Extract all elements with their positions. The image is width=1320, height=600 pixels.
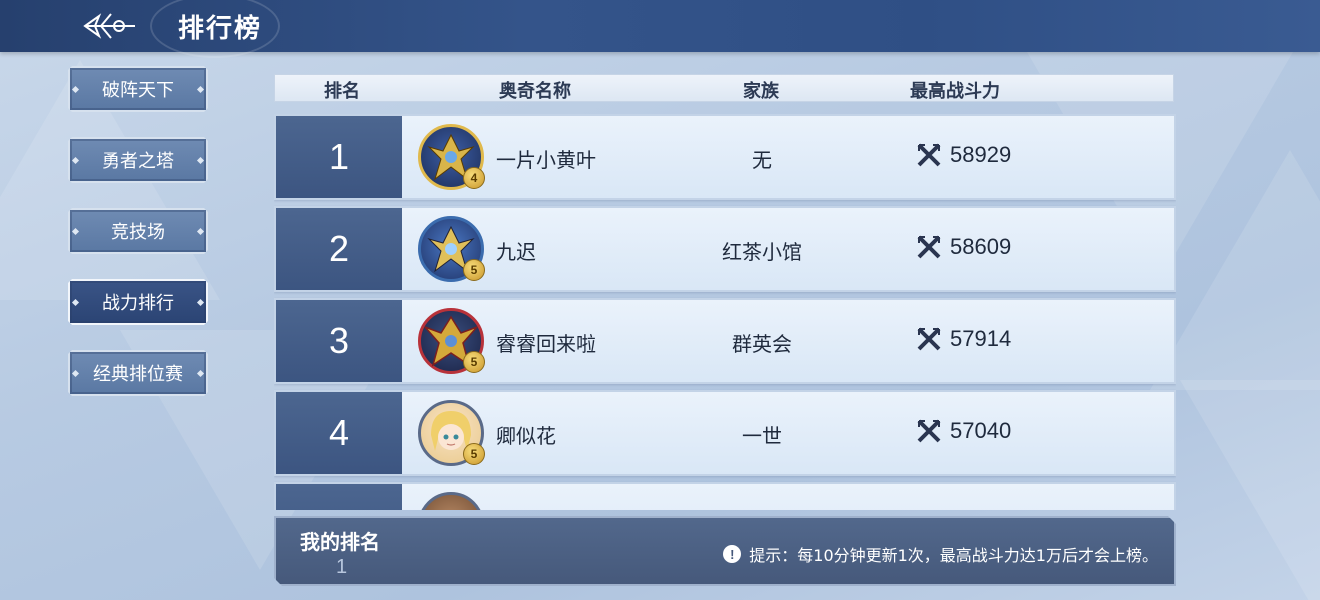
family-name: 红茶小馆 <box>722 240 802 264</box>
crossed-swords-icon <box>917 419 941 443</box>
table-row[interactable] <box>274 482 1176 510</box>
rank-cell: 4 <box>276 392 402 474</box>
family-name: 群英会 <box>732 332 792 356</box>
dragon-avatar-blue[interactable]: 5 <box>418 216 485 282</box>
my-rank-label: 我的排名 <box>300 530 380 554</box>
top-bar: 排行榜 <box>0 0 1320 58</box>
star-level-badge: 5 <box>463 259 485 281</box>
rank-cell: 2 <box>276 208 402 290</box>
star-level-badge: 5 <box>463 443 485 465</box>
sidebar-item-power-ranking[interactable]: 战力排行 <box>68 279 208 325</box>
power-value: 58609 <box>916 234 1011 260</box>
back-arrow-icon <box>83 13 135 39</box>
avatar[interactable] <box>418 492 484 510</box>
sidebar-item-arena[interactable]: 竞技场 <box>68 208 208 254</box>
rank-cell <box>276 484 402 510</box>
rank-cell: 3 <box>276 300 402 382</box>
my-rank-value: 1 <box>336 556 348 578</box>
power-number: 58929 <box>950 142 1012 167</box>
table-row[interactable]: 2 5 九迟 红茶小馆 58609 <box>274 206 1176 292</box>
update-tip: ! 提示：每10分钟更新1次，最高战斗力达1万后才会上榜。 <box>723 542 1158 566</box>
star-level-badge: 5 <box>463 351 485 373</box>
table-row[interactable]: 4 5 卿似花 一世 57040 <box>274 390 1176 476</box>
star-level-badge: 4 <box>463 167 485 189</box>
player-name: 九迟 <box>496 240 536 264</box>
player-name: 卿似花 <box>496 424 556 448</box>
dragon-avatar-gold[interactable]: 4 <box>418 124 485 190</box>
player-name: 睿睿回来啦 <box>496 332 596 356</box>
sidebar-item-breakthrough[interactable]: 破阵天下 <box>68 66 208 112</box>
family-name: 无 <box>752 148 772 172</box>
crossed-swords-icon <box>917 235 941 259</box>
power-value: 57914 <box>916 326 1011 352</box>
table-row[interactable]: 1 4 一片小黄叶 无 58929 <box>274 114 1176 200</box>
sidebar-item-hero-tower[interactable]: 勇者之塔 <box>68 137 208 183</box>
header-rank: 排名 <box>324 81 360 102</box>
crossed-swords-icon <box>917 327 941 351</box>
header-family: 家族 <box>743 81 779 102</box>
power-number: 58609 <box>950 234 1012 259</box>
header-power: 最高战斗力 <box>910 81 1000 102</box>
power-value: 58929 <box>916 142 1011 168</box>
sidebar-item-classic-ranked[interactable]: 经典排位赛 <box>68 350 208 396</box>
my-rank-bar: 我的排名 1 ! 提示：每10分钟更新1次，最高战斗力达1万后才会上榜。 <box>274 516 1176 586</box>
info-icon: ! <box>723 545 742 563</box>
player-name: 一片小黄叶 <box>496 148 596 172</box>
table-row[interactable]: 3 5 睿睿回来啦 群英会 57914 <box>274 298 1176 384</box>
tip-text: 提示：每10分钟更新1次，最高战斗力达1万后才会上榜。 <box>749 546 1158 565</box>
rank-cell: 1 <box>276 116 402 198</box>
power-value: 57040 <box>916 418 1011 444</box>
table-header: 排名 奥奇名称 家族 最高战斗力 <box>274 74 1174 102</box>
family-name: 一世 <box>742 424 782 448</box>
ranking-list[interactable]: 1 4 一片小黄叶 无 58929 2 5 九迟 红茶小馆 58609 3 5 … <box>274 114 1176 510</box>
header-name: 奥奇名称 <box>499 81 571 102</box>
power-number: 57914 <box>950 326 1012 351</box>
page-title: 排行榜 <box>178 14 263 44</box>
back-button[interactable] <box>78 4 140 48</box>
power-number: 57040 <box>950 418 1012 443</box>
girl-avatar-blonde[interactable]: 5 <box>418 400 485 466</box>
dragon-avatar-gold-red[interactable]: 5 <box>418 308 485 374</box>
crossed-swords-icon <box>917 143 941 167</box>
